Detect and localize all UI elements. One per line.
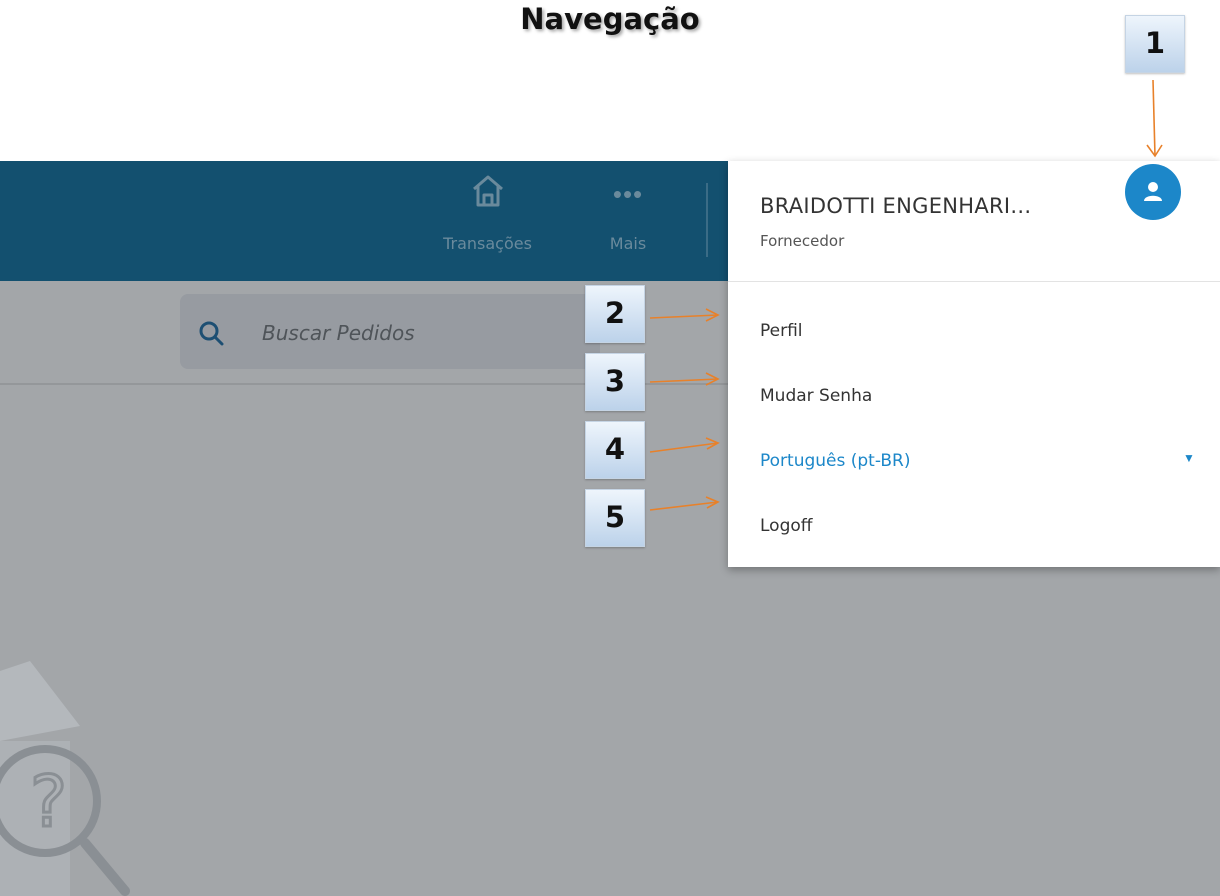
callout-arrow-4	[649, 442, 719, 453]
callout-arrow-2	[649, 314, 719, 319]
callout-arrows	[649, 79, 1163, 511]
callout-arrow-3	[649, 378, 719, 383]
callout-arrow-1	[1152, 79, 1156, 157]
callout-arrow-5	[649, 501, 719, 511]
